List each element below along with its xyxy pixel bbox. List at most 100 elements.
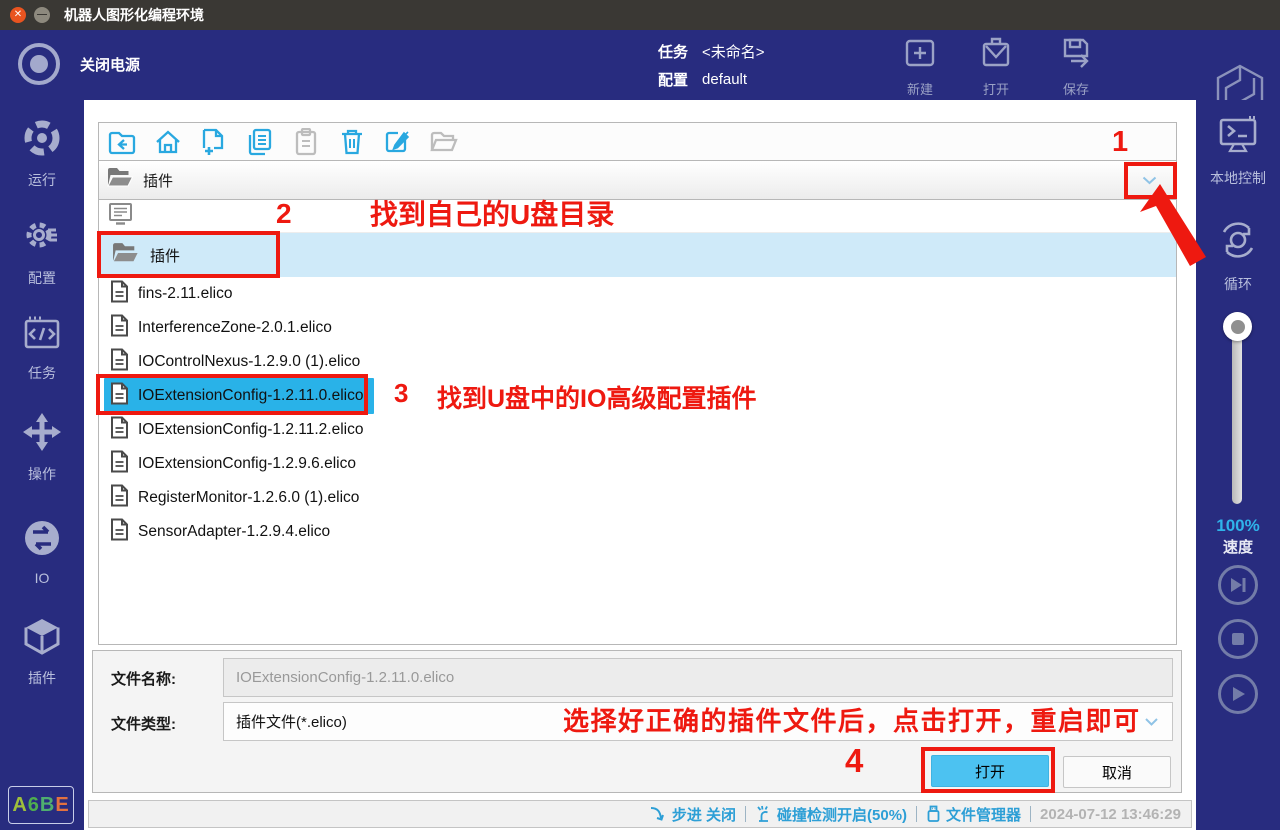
gear-icon — [22, 216, 62, 261]
file-name-label: 文件名称: — [111, 668, 176, 689]
loop-icon — [1216, 218, 1260, 267]
terminal-icon — [1216, 116, 1260, 161]
sidebar-item-loop[interactable]: 循环 — [1196, 218, 1280, 294]
dialog-bottom-panel: 文件名称: 文件类型: 插件文件(*.elico) 打开 取消 — [92, 650, 1182, 793]
plugin-cube-icon — [22, 616, 62, 661]
paste-icon — [292, 128, 320, 156]
file-row[interactable]: IOExtensionConfig-1.2.9.6.elico — [99, 447, 1176, 481]
speed-slider-handle[interactable] — [1223, 312, 1252, 341]
new-document-icon[interactable] — [200, 128, 228, 156]
task-label: 任务 — [658, 41, 688, 62]
dropdown-item-computer[interactable] — [99, 200, 1176, 233]
step-icon — [649, 806, 667, 822]
document-icon — [110, 450, 129, 478]
file-type-select[interactable]: 插件文件(*.elico) — [223, 702, 1173, 741]
power-icon — [18, 43, 60, 85]
divider — [1030, 806, 1031, 822]
folder-name: 插件 — [150, 245, 180, 266]
io-swap-icon — [22, 518, 62, 563]
open-button[interactable]: 打开 — [931, 755, 1049, 787]
file-row[interactable]: fins-2.11.elico — [99, 277, 1176, 311]
close-icon[interactable]: ✕ — [10, 7, 26, 23]
code-window-icon — [22, 315, 62, 356]
open-task-button[interactable]: 打开 — [964, 35, 1028, 98]
timestamp: 2024-07-12 13:46:29 — [1040, 806, 1181, 823]
folder-open-icon — [112, 241, 140, 270]
file-row[interactable]: InterferenceZone-2.0.1.elico — [99, 311, 1176, 345]
file-dialog-toolbar — [98, 122, 1177, 161]
sidebar-item-local-control[interactable]: 本地控制 — [1196, 116, 1280, 188]
titlebar: ✕ — 机器人图形化编程环境 — [0, 0, 1280, 30]
file-manager-status[interactable]: 文件管理器 — [926, 804, 1021, 825]
sidebar-item-task[interactable]: 任务 — [0, 315, 84, 383]
task-config-info: 任务 <未命名> 配置 default — [658, 37, 765, 93]
document-icon — [110, 484, 129, 512]
collision-status[interactable]: 碰撞检测开启(50%) — [755, 804, 907, 825]
sidebar-item-run[interactable]: 运行 — [0, 118, 84, 190]
document-icon — [110, 382, 129, 410]
cancel-button[interactable]: 取消 — [1063, 756, 1171, 788]
document-icon — [110, 518, 129, 546]
file-list: 插件 fins-2.11.elico InterferenceZone-2.0.… — [98, 199, 1177, 645]
home-icon[interactable] — [154, 128, 182, 156]
dropdown-item-folder[interactable]: 插件 — [99, 233, 1176, 277]
speed-value: 100% — [1196, 516, 1280, 536]
usb-drive-icon — [926, 805, 941, 823]
collision-icon — [755, 805, 772, 823]
open-icon — [978, 35, 1014, 76]
file-row[interactable]: SensorAdapter-1.2.9.4.elico — [99, 515, 1176, 549]
document-icon — [110, 314, 129, 342]
stop-button[interactable] — [1218, 619, 1258, 659]
left-sidebar: 运行 配置 任务 — [0, 100, 84, 830]
step-mode-status[interactable]: 步进 关闭 — [649, 804, 736, 825]
file-row[interactable]: IOControlNexus-1.2.9.0 (1).elico — [99, 345, 1176, 379]
new-task-button[interactable]: 新建 — [888, 35, 952, 98]
header: 关闭电源 任务 <未命名> 配置 default 新建 打开 — [0, 30, 1280, 100]
chevron-down-icon — [1142, 176, 1157, 185]
task-value: <未命名> — [702, 41, 765, 62]
right-sidebar: 本地控制 循环 100% 速度 — [1196, 100, 1280, 830]
app-window: ✕ — 机器人图形化编程环境 关闭电源 任务 <未命名> 配置 default … — [0, 0, 1280, 830]
move-arrows-icon — [22, 412, 62, 457]
speed-label: 速度 — [1196, 536, 1280, 557]
sidebar-item-config[interactable]: 配置 — [0, 216, 84, 288]
document-icon — [110, 280, 129, 308]
open-folder-icon — [430, 128, 458, 156]
file-row-selected[interactable]: IOExtensionConfig-1.2.11.0.elico — [99, 379, 1176, 413]
folder-back-icon[interactable] — [108, 128, 136, 156]
status-badge: A 6 B E — [8, 786, 74, 824]
copy-icon[interactable] — [246, 128, 274, 156]
config-value: default — [702, 71, 747, 88]
trash-icon[interactable] — [338, 128, 366, 156]
config-label: 配置 — [658, 69, 688, 90]
divider — [745, 806, 746, 822]
minimize-icon[interactable]: — — [34, 7, 50, 23]
file-row[interactable]: RegisterMonitor-1.2.6.0 (1).elico — [99, 481, 1176, 515]
chevron-down-icon — [1145, 713, 1158, 730]
new-icon — [902, 35, 938, 76]
power-off-button[interactable]: 关闭电源 — [18, 43, 140, 85]
divider — [916, 806, 917, 822]
save-icon — [1058, 35, 1094, 76]
file-name-input[interactable] — [223, 658, 1173, 697]
folder-open-icon — [107, 166, 134, 194]
file-row[interactable]: IOExtensionConfig-1.2.11.2.elico — [99, 413, 1176, 447]
play-button[interactable] — [1218, 674, 1258, 714]
sidebar-item-plugin[interactable]: 插件 — [0, 616, 84, 688]
document-icon — [110, 416, 129, 444]
save-task-button[interactable]: 保存 — [1044, 35, 1108, 98]
path-bar[interactable]: 插件 — [98, 160, 1177, 200]
rename-icon[interactable] — [384, 128, 412, 156]
status-bar: 步进 关闭 碰撞检测开启(50%) 文件管理器 2024-07-12 13:46… — [88, 800, 1192, 828]
sidebar-item-operate[interactable]: 操作 — [0, 412, 84, 484]
run-icon — [22, 118, 62, 163]
file-type-label: 文件类型: — [111, 713, 176, 734]
step-forward-button[interactable] — [1218, 565, 1258, 605]
power-label: 关闭电源 — [80, 54, 140, 75]
window-title: 机器人图形化编程环境 — [64, 5, 204, 25]
computer-icon — [108, 202, 133, 231]
document-icon — [110, 348, 129, 376]
sidebar-item-io[interactable]: IO — [0, 518, 84, 586]
path-dropdown-button[interactable] — [1127, 165, 1171, 196]
current-path: 插件 — [143, 170, 173, 191]
